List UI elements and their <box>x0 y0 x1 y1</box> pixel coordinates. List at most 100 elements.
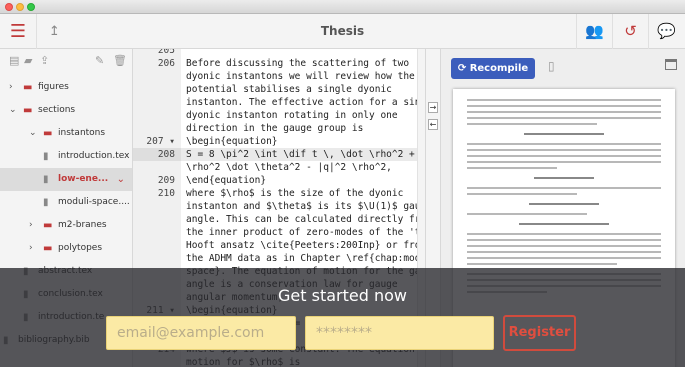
code-line[interactable]: instanton. The effective action for a si… <box>133 96 425 109</box>
new-folder-icon[interactable]: ▰ <box>24 54 32 67</box>
tree-item-introduction-tex[interactable]: ▮ introduction.tex <box>0 145 132 168</box>
tree-item-label: sections <box>38 105 76 115</box>
code-text: instanton. The effective action for a si… <box>186 97 425 108</box>
sync-to-code-arrow-icon[interactable]: ← <box>428 119 438 130</box>
code-text: \rho^2 \dot \theta^2 - |q|^2 \rho^2, <box>186 162 392 173</box>
line-number: 206 <box>157 58 175 69</box>
tree-item-label: low-ene... <box>58 174 109 184</box>
register-button[interactable]: Register <box>503 315 576 351</box>
code-line[interactable]: 210 where $\rho$ is the size of the dyoni… <box>133 187 425 200</box>
minimize-window-button[interactable] <box>16 3 24 11</box>
code-line[interactable]: 206 Before discussing the scattering of t… <box>133 57 425 70</box>
pdf-text-line <box>467 155 661 157</box>
tree-item-m2-branes[interactable]: › ▬ m2-branes <box>0 214 132 237</box>
code-line[interactable]: the ADHM data as in Chapter \ref{chap:mo… <box>133 252 425 265</box>
code-line[interactable]: Hooft ansatz \cite{Peeters:200Inp} or fr… <box>133 239 425 252</box>
signup-title: Get started now <box>278 286 407 305</box>
tree-item-label: instantons <box>58 128 106 138</box>
code-text: the inner product of zero-modes of the '… <box>186 227 421 238</box>
history-icon[interactable]: ↺ <box>612 14 648 49</box>
pdf-text-line <box>467 105 661 107</box>
tree-item-label: figures <box>38 82 69 92</box>
tree-item-low-ene-[interactable]: ▮ low-ene... ⌄ <box>0 168 132 191</box>
folder-icon: ▬ <box>43 220 53 231</box>
line-number: 210 <box>157 188 175 199</box>
rename-icon[interactable]: ✎ <box>95 54 104 67</box>
tree-item-polytopes[interactable]: › ▬ polytopes <box>0 237 132 260</box>
code-line[interactable]: 205 <box>133 49 425 57</box>
folder-open-icon: ▬ <box>43 128 53 139</box>
tree-item-sections[interactable]: ⌄ ▬ sections <box>0 99 132 122</box>
pdf-equation <box>519 223 609 225</box>
chevron-right-icon[interactable]: › <box>9 76 13 99</box>
pdf-text-line <box>467 99 661 101</box>
tree-item-instantons[interactable]: ⌄ ▬ instantons <box>0 122 132 145</box>
refresh-icon: ⟳ <box>457 63 467 74</box>
pdf-text-line <box>467 111 661 113</box>
tree-item-label: polytopes <box>58 243 103 253</box>
tree-item-figures[interactable]: › ▬ figures <box>0 76 132 99</box>
file-menu-chevron-icon[interactable]: ⌄ <box>117 168 125 191</box>
line-number: 209 <box>157 175 175 186</box>
file-icon: ▮ <box>43 197 49 208</box>
sync-to-pdf-arrow-icon[interactable]: → <box>428 102 438 113</box>
code-text: instanton and $\theta$ is its $\U(1)$ ga… <box>186 201 425 212</box>
close-window-button[interactable] <box>5 3 13 11</box>
code-line[interactable]: instanton and $\theta$ is its $\U(1)$ ga… <box>133 200 425 213</box>
recompile-label: Recompile <box>469 63 529 74</box>
code-line[interactable]: \rho^2 \dot \theta^2 - |q|^2 \rho^2, <box>133 161 425 174</box>
chevron-down-icon[interactable]: ⌄ <box>9 99 17 122</box>
chevron-down-icon[interactable]: ⌄ <box>29 122 37 145</box>
code-line[interactable]: dyonic instanton rotating in only one <box>133 109 425 122</box>
hamburger-icon[interactable]: ☰ <box>0 14 36 49</box>
app-toolbar: ☰ ↥ Thesis 👥 ↺ 💬 <box>0 14 685 49</box>
line-number: 205 <box>157 49 175 56</box>
folder-icon: ▬ <box>23 82 33 93</box>
pdf-text-line <box>467 233 661 235</box>
window-titlebar <box>0 0 685 14</box>
code-line[interactable]: 208 S = 8 \pi^2 \int \dif t \, \dot \rho^… <box>133 148 425 161</box>
recompile-button[interactable]: ⟳ Recompile <box>451 58 535 79</box>
pdf-text-line <box>467 149 661 151</box>
users-icon[interactable]: 👥 <box>576 14 612 49</box>
pdf-text-line <box>467 143 661 145</box>
code-line[interactable]: 207 ▾ \begin{equation} <box>133 135 425 148</box>
pdf-text-line <box>467 251 661 253</box>
pdf-text-line <box>467 187 661 189</box>
code-line[interactable]: 209 \end{equation} <box>133 174 425 187</box>
code-line[interactable]: dyonic instantons we will review how the <box>133 70 425 83</box>
document-icon[interactable]: ▯ <box>548 59 555 73</box>
code-text: \begin{equation} <box>186 136 278 147</box>
pdf-equation <box>529 203 599 205</box>
zoom-window-button[interactable] <box>27 3 35 11</box>
code-line[interactable]: direction in the gauge group is <box>133 122 425 135</box>
tree-item-moduli-space-[interactable]: ▮ moduli-space.... <box>0 191 132 214</box>
email-field[interactable] <box>106 316 296 350</box>
code-text: dyonic instantons we will review how the <box>186 71 415 82</box>
upload-icon[interactable]: ⇪ <box>40 54 49 67</box>
line-number: 208 <box>133 148 181 161</box>
pdf-text-line <box>467 213 587 215</box>
delete-icon[interactable]: 🗑 <box>113 54 127 67</box>
folder-open-icon: ▬ <box>23 105 33 116</box>
code-text: the ADHM data as in Chapter \ref{chap:mo… <box>186 253 425 264</box>
code-line[interactable]: potential stabilises a single dyonic <box>133 83 425 96</box>
pdf-text-line <box>467 123 597 125</box>
new-file-icon[interactable]: ▤ <box>9 54 19 67</box>
chat-icon[interactable]: 💬 <box>648 14 684 49</box>
tree-item-label: moduli-space.... <box>58 197 130 207</box>
code-line[interactable]: the inner product of zero-modes of the '… <box>133 226 425 239</box>
chevron-right-icon[interactable]: › <box>29 237 33 260</box>
chevron-right-icon[interactable]: › <box>29 214 33 237</box>
password-field[interactable] <box>305 316 494 350</box>
code-line[interactable]: angle. This can be calculated directly f… <box>133 213 425 226</box>
code-text: S = 8 \pi^2 \int \dif t \, \dot \rho^2 + <box>186 149 415 160</box>
code-text: \end{equation} <box>186 175 267 186</box>
window-icon[interactable] <box>665 59 677 70</box>
arrow-up-icon[interactable]: ↥ <box>36 14 72 49</box>
pdf-text-line <box>467 161 661 163</box>
pdf-text-line <box>467 245 661 247</box>
code-text: Before discussing the scattering of two <box>186 58 410 69</box>
folder-icon: ▬ <box>43 243 53 254</box>
pdf-text-line <box>467 239 661 241</box>
